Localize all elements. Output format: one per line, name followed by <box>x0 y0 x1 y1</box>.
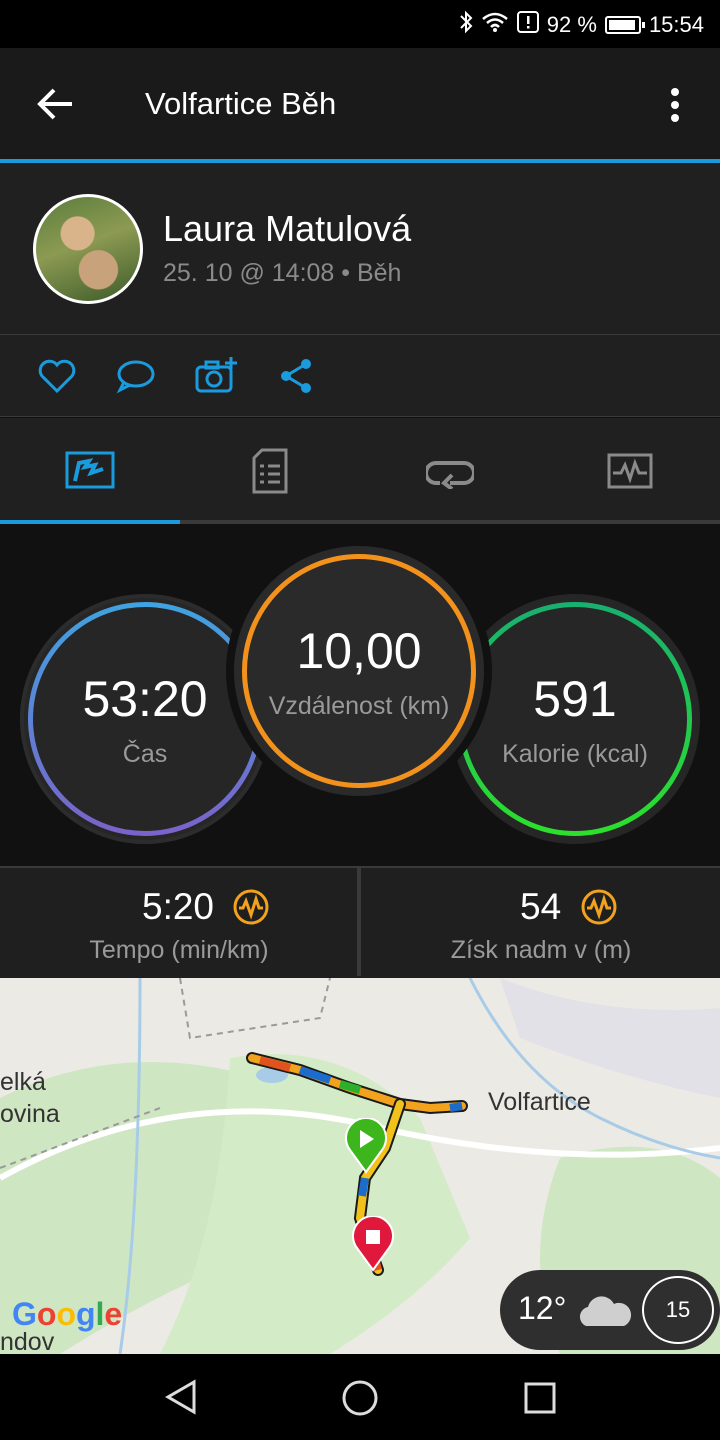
chart-icon <box>580 888 618 926</box>
tab-overview[interactable] <box>60 446 120 496</box>
tab-details[interactable] <box>240 446 300 496</box>
clock: 15:54 <box>648 12 704 37</box>
start-marker-icon[interactable] <box>344 1118 388 1174</box>
recents-nav-icon[interactable] <box>522 1380 558 1416</box>
battery-icon <box>604 16 645 34</box>
tab-bar <box>0 418 720 524</box>
distance-ring[interactable]: 10,00 Vzdálenost (km) <box>234 546 484 796</box>
map-label-town: Volfartice <box>488 1088 591 1116</box>
back-arrow-icon[interactable] <box>36 84 76 124</box>
battery-percent: 92 % <box>546 12 597 37</box>
laps-icon <box>426 461 474 489</box>
temperature: 12° <box>518 1290 567 1326</box>
pace-value: 5:20 <box>142 886 215 927</box>
google-logo: Google <box>12 1296 123 1332</box>
weather-badge[interactable]: 12° 15 <box>500 1270 720 1350</box>
tab-laps[interactable] <box>420 446 480 496</box>
bluetooth-icon <box>459 10 473 40</box>
like-icon[interactable] <box>36 355 78 397</box>
distance-value: 10,00 <box>296 622 422 679</box>
back-nav-icon[interactable] <box>162 1378 198 1416</box>
elevation-value: 54 <box>520 886 562 927</box>
map-label: ovina <box>0 1100 60 1128</box>
calories-ring[interactable]: 591 Kalorie (kcal) <box>450 594 700 844</box>
route-map[interactable]: elká ovina Volfartice ndov Google 12° 15 <box>0 978 720 1354</box>
calories-label: Kalorie (kcal) <box>502 739 648 768</box>
page-title: Volfartice Běh <box>145 86 337 121</box>
summary-stats: 53:20 Čas 591 Kalorie (kcal) 10,00 Vzdál… <box>0 524 720 866</box>
more-options-icon[interactable] <box>660 86 690 126</box>
distance-label: Vzdálenost (km) <box>268 691 450 720</box>
overview-icon <box>65 451 115 489</box>
add-photo-icon[interactable] <box>194 355 237 397</box>
app-bar: Volfartice Běh <box>0 48 720 160</box>
alert-icon <box>516 11 539 39</box>
time-ring[interactable]: 53:20 Čas <box>20 594 270 844</box>
time-label: Čas <box>122 739 168 768</box>
tab-charts[interactable] <box>600 446 660 496</box>
user-name[interactable]: Laura Matulová <box>163 208 411 250</box>
elevation-label: Získ nadm v (m) <box>450 936 632 964</box>
calories-value: 591 <box>533 670 617 727</box>
cell-divider <box>357 868 361 976</box>
cloud-icon <box>579 1296 632 1326</box>
activity-meta: 25. 10 @ 14:08 • Běh <box>163 259 402 287</box>
finish-marker-icon[interactable] <box>351 1216 395 1272</box>
time-value: 53:20 <box>82 670 208 727</box>
chart-icon <box>232 888 270 926</box>
system-nav-bar <box>0 1354 720 1440</box>
charts-icon <box>607 453 653 489</box>
activity-header: Laura Matulová 25. 10 @ 14:08 • Běh <box>0 163 720 335</box>
action-row <box>0 335 720 417</box>
details-icon <box>252 448 288 494</box>
status-bar: 92 % 15:54 <box>0 0 720 48</box>
wifi-icon <box>481 11 509 39</box>
wind-value: 15 <box>665 1297 691 1322</box>
wind-speed: 15 <box>642 1276 714 1344</box>
share-icon[interactable] <box>276 355 318 397</box>
avatar[interactable] <box>33 194 143 304</box>
map-label: elká <box>0 1068 46 1096</box>
pace-cell[interactable]: 5:20 Tempo (min/km) <box>0 868 358 978</box>
pace-label: Tempo (min/km) <box>89 936 269 964</box>
home-nav-icon[interactable] <box>340 1378 380 1418</box>
comment-icon[interactable] <box>114 355 156 397</box>
elevation-cell[interactable]: 54 Získ nadm v (m) <box>362 868 720 978</box>
